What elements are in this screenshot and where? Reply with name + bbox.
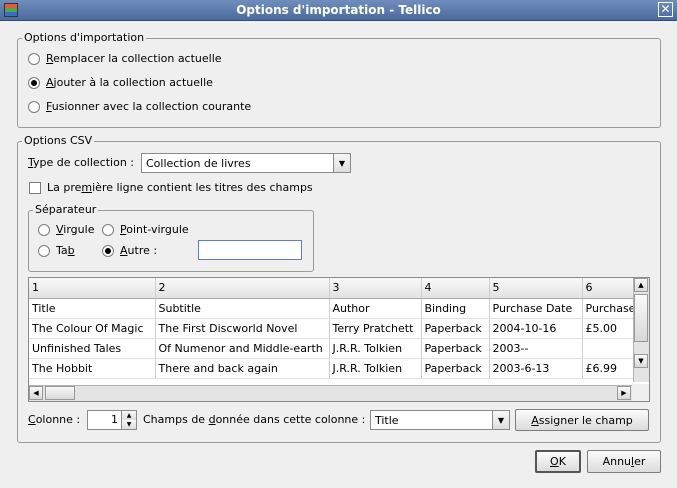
field-value: Title (375, 413, 399, 427)
scrollbar-corner (632, 384, 649, 401)
table-cell: The Hobbit (29, 358, 156, 379)
radio-indicator[interactable] (102, 244, 114, 257)
table-cell: 2003-- (489, 338, 583, 359)
scroll-left-icon[interactable]: ◀ (29, 386, 43, 400)
table-row: Unfinished Tales Of Numenor and Middle-ea… (29, 338, 643, 359)
merge-collection-radio-label: Fusionner avec la collection courante (46, 100, 252, 113)
table-cell: Author (329, 298, 422, 319)
separator-other-radio[interactable]: Autre : (102, 244, 157, 257)
replace-collection-radio[interactable]: Remplacer la collection actuelle (28, 52, 222, 65)
column-label: Colonne : (28, 413, 81, 426)
radio-indicator[interactable] (38, 223, 50, 236)
separator-comma-radio[interactable]: Virgule (38, 223, 94, 236)
table-cell: 2003-6-13 (489, 358, 583, 379)
separator-tab-label: Tab (56, 244, 75, 257)
header-row-checkbox[interactable]: La première ligne contient les titres de… (29, 181, 313, 194)
separator-other-label: Autre : (120, 244, 158, 257)
column-value: 1 (111, 413, 118, 426)
table-row: Title Subtitle Author Binding Purchase Date P… (29, 298, 643, 319)
separator-comma-label: Virgule (56, 223, 95, 236)
table-cell: The First Discworld Novel (155, 318, 330, 339)
csv-options-legend: Options CSV (22, 134, 95, 147)
append-collection-radio-label: Ajouter à la collection actuelle (46, 76, 213, 89)
table-cell: 2004-10-16 (489, 318, 583, 339)
collection-type-select[interactable]: Collection de livres ▼ (141, 153, 351, 173)
replace-collection-radio-label: Remplacer la collection actuelle (46, 52, 222, 65)
table-cell: Paperback (421, 338, 490, 359)
separator-tab-radio[interactable]: Tab (38, 244, 75, 257)
table-cell: There and back again (155, 358, 330, 379)
radio-indicator[interactable] (102, 223, 114, 236)
assign-field-button[interactable]: Assigner le champ (515, 409, 649, 431)
append-collection-radio[interactable]: Ajouter à la collection actuelle (28, 76, 213, 89)
separator-other-input[interactable] (198, 240, 302, 260)
column-header[interactable]: 1 (29, 278, 156, 299)
scroll-right-icon[interactable]: ▶ (617, 386, 631, 400)
separator-legend: Séparateur (33, 203, 99, 216)
table-cell: Purchase Date (489, 298, 583, 319)
table-cell: J.R.R. Tolkien (329, 338, 422, 359)
horizontal-scroll-thumb[interactable] (45, 386, 75, 400)
preview-grid: 123456 Title Subtitle Author Binding Purchas… (29, 278, 643, 379)
table-row: The Hobbit There and back again J.R.R. Tol… (29, 358, 643, 379)
ok-button[interactable]: OK (535, 450, 581, 473)
separator-semicolon-label: Point-virgule (120, 223, 189, 236)
radio-indicator[interactable] (28, 52, 40, 65)
spin-down-icon[interactable]: ▼ (122, 420, 136, 429)
title-bar: Options d'importation - Tellico ✕ (0, 0, 677, 21)
table-cell: The Colour Of Magic (29, 318, 156, 339)
header-row-checkbox-box[interactable] (29, 181, 41, 194)
scroll-down-icon[interactable]: ▼ (634, 354, 648, 368)
vertical-scroll-thumb[interactable] (634, 294, 648, 342)
table-row: The Colour Of Magic The First Discworld N… (29, 318, 643, 339)
table-cell: Paperback (421, 318, 490, 339)
header-row-checkbox-label: La première ligne contient les titres de… (47, 181, 313, 194)
table-cell: J.R.R. Tolkien (329, 358, 422, 379)
field-label: Champs de donnée dans cette colonne : (143, 413, 366, 426)
merge-collection-radio[interactable]: Fusionner avec la collection courante (28, 100, 251, 113)
spin-arrows[interactable]: ▲ ▼ (121, 411, 136, 429)
table-cell: Title (29, 298, 156, 319)
table-cell: Subtitle (155, 298, 330, 319)
collection-type-label: Type de collection : (28, 156, 134, 169)
radio-indicator[interactable] (28, 76, 40, 89)
horizontal-scrollbar[interactable]: ◀ ▶ (29, 385, 633, 401)
column-spinbox[interactable]: 1 ▲ ▼ (87, 410, 137, 430)
cancel-button[interactable]: Annu l er (587, 450, 661, 473)
scroll-up-icon[interactable]: ▲ (634, 278, 648, 292)
window-title: Options d'importation - Tellico (236, 3, 441, 17)
close-icon[interactable]: ✕ (658, 2, 673, 17)
vertical-scrollbar[interactable]: ▲ ▼ (633, 278, 649, 382)
radio-indicator[interactable] (28, 100, 40, 113)
column-header[interactable]: 2 (155, 278, 330, 299)
import-options-legend: Options d'importation (22, 31, 147, 44)
table-cell: Paperback (421, 358, 490, 379)
chevron-down-icon[interactable]: ▼ (492, 411, 509, 429)
table-cell: Terry Pratchett (329, 318, 422, 339)
separator-semicolon-radio[interactable]: Point-virgule (102, 223, 189, 236)
collection-type-value: Collection de livres (146, 156, 251, 170)
column-header[interactable]: 4 (421, 278, 490, 299)
csv-preview-table[interactable]: 123456 Title Subtitle Author Binding Purchas… (28, 277, 650, 402)
field-select[interactable]: Title ▼ (370, 410, 510, 430)
chevron-down-icon[interactable]: ▼ (333, 154, 350, 172)
table-cell: Of Numenor and Middle-earth (155, 338, 330, 359)
column-header[interactable]: 3 (329, 278, 422, 299)
table-header-row: 123456 (29, 278, 643, 299)
column-header[interactable]: 5 (489, 278, 583, 299)
spin-up-icon[interactable]: ▲ (122, 411, 136, 420)
table-cell: Binding (421, 298, 490, 319)
table-cell: Unfinished Tales (29, 338, 156, 359)
radio-indicator[interactable] (38, 244, 50, 257)
